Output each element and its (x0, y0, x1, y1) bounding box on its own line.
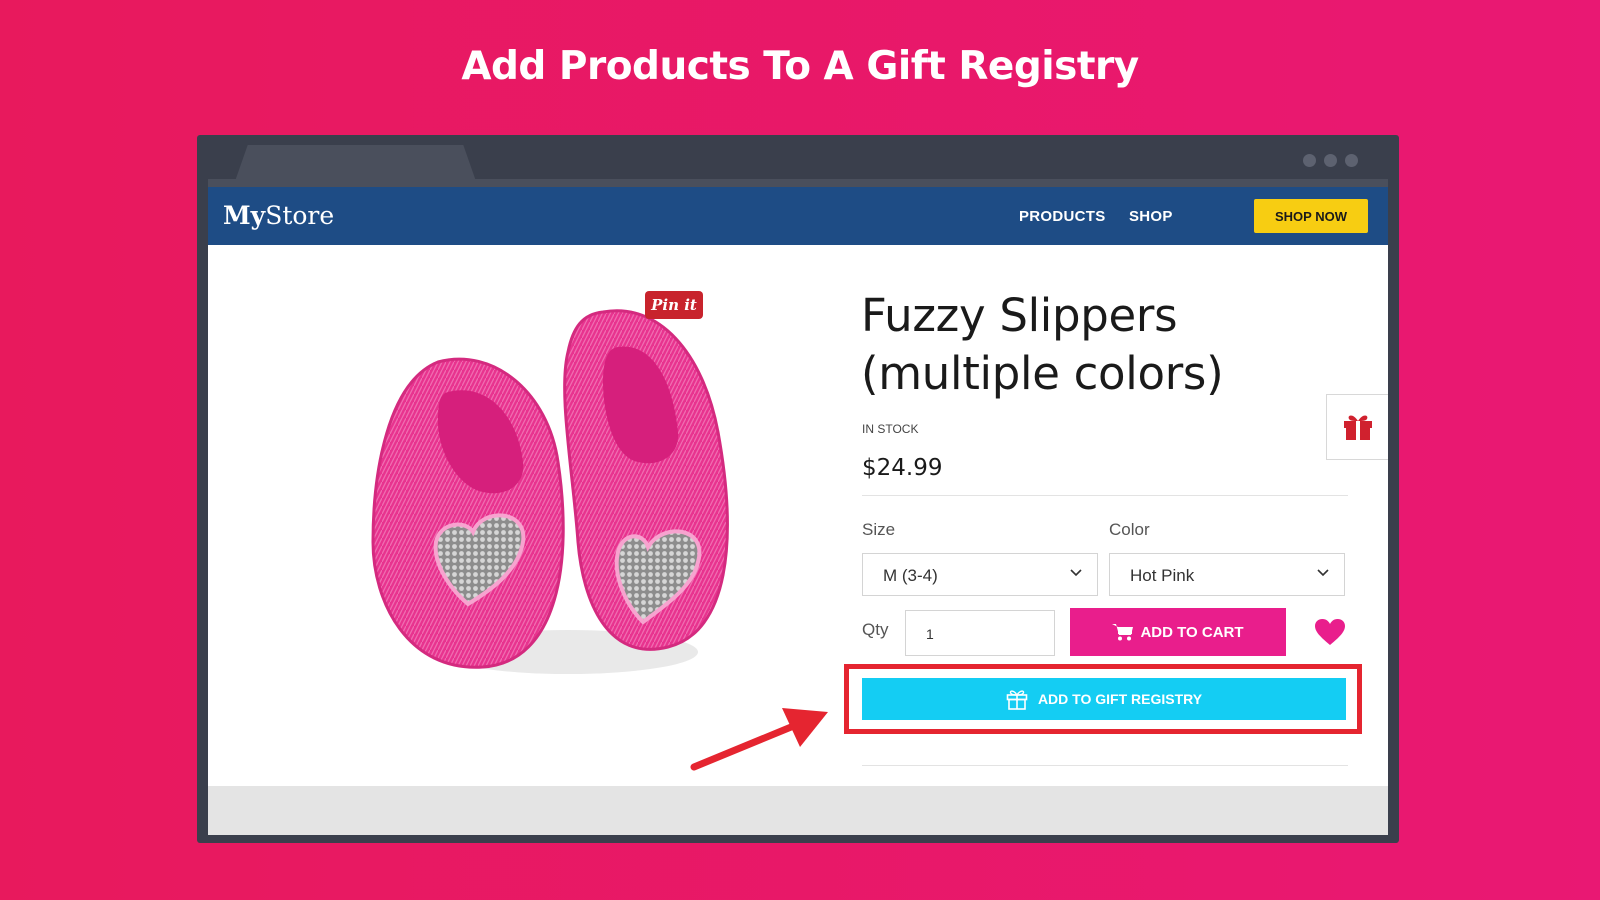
shop-now-button[interactable]: SHOP NOW (1254, 199, 1368, 233)
qty-label: Qty (862, 620, 889, 639)
add-to-cart-button[interactable]: ADD TO CART (1070, 608, 1286, 656)
window-dot-icon[interactable] (1324, 154, 1337, 167)
gift-registry-tab[interactable] (1326, 394, 1388, 460)
store-logo[interactable]: MyStore (223, 201, 334, 230)
chevron-down-icon (1317, 569, 1329, 577)
add-to-cart-label: ADD TO CART (1140, 623, 1244, 641)
red-arrow (690, 708, 828, 771)
color-label: Color (1109, 520, 1150, 539)
heart-icon[interactable] (1315, 619, 1345, 646)
gift-icon (1006, 690, 1028, 710)
product-price: $24.99 (862, 455, 943, 481)
page-headline: Add Products To A Gift Registry (461, 44, 1139, 89)
qty-input[interactable]: 1 (905, 610, 1055, 656)
pin-it-button[interactable]: Pin it (645, 291, 703, 319)
color-select[interactable]: Hot Pink (1109, 553, 1345, 596)
window-dot-icon[interactable] (1345, 154, 1358, 167)
store-navbar: MyStore PRODUCTS SHOP SHOP NOW (208, 187, 1388, 245)
stock-status: IN STOCK (862, 422, 919, 436)
add-to-gift-registry-button[interactable]: ADD TO GIFT REGISTRY (862, 678, 1346, 720)
footer-band (208, 786, 1388, 835)
divider (862, 765, 1348, 766)
tab-strip (208, 179, 1388, 187)
cart-icon (1112, 624, 1134, 641)
chevron-down-icon (1070, 569, 1082, 577)
size-value: M (3-4) (883, 566, 938, 585)
size-label: Size (862, 520, 896, 539)
color-value: Hot Pink (1130, 566, 1195, 585)
add-to-gift-registry-label: ADD TO GIFT REGISTRY (1037, 691, 1203, 707)
window-dot-icon[interactable] (1303, 154, 1316, 167)
product-title: Fuzzy Slippers (multiple colors) (861, 289, 1224, 400)
gift-icon (1343, 415, 1372, 440)
size-select[interactable]: M (3-4) (862, 553, 1098, 596)
qty-value: 1 (926, 626, 934, 642)
nav-shop[interactable]: SHOP (1129, 208, 1173, 225)
nav-products[interactable]: PRODUCTS (1019, 208, 1106, 225)
divider (862, 495, 1348, 496)
